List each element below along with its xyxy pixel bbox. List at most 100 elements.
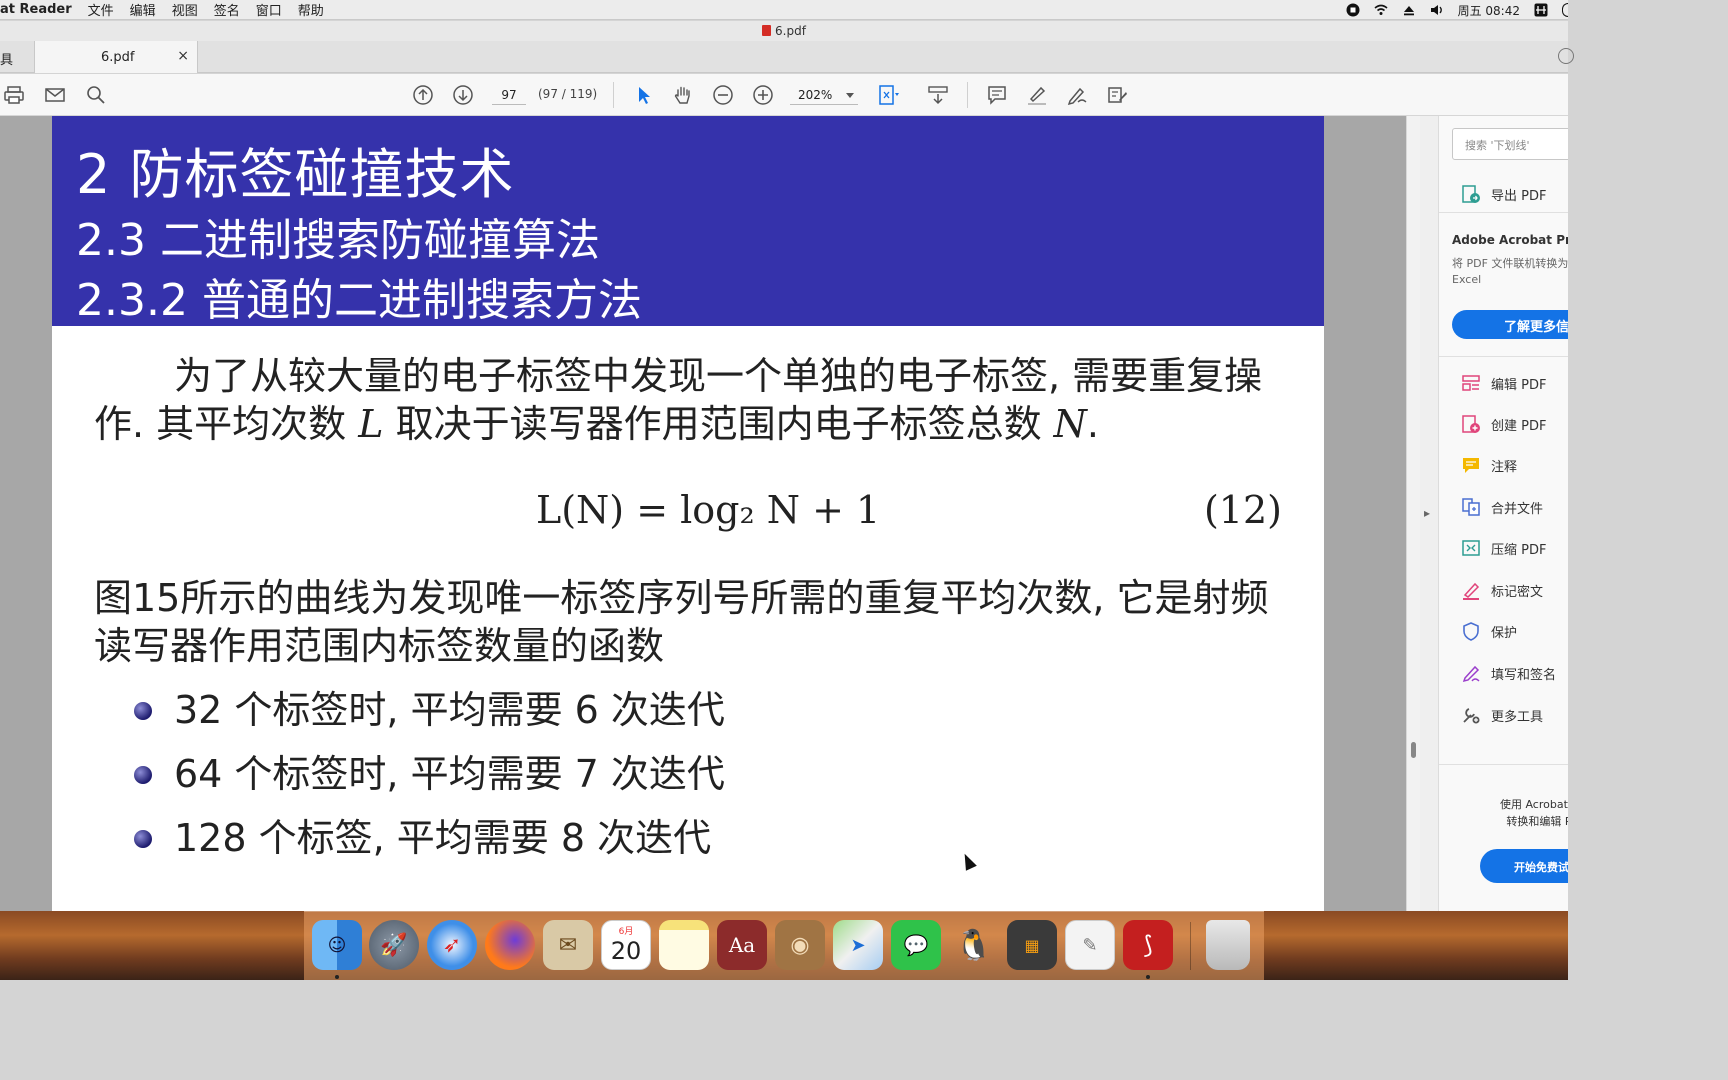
select-tool-icon[interactable] (632, 83, 656, 107)
menu-edit[interactable]: 编辑 (130, 0, 156, 19)
tab-close-icon[interactable]: × (177, 48, 189, 64)
previous-page-icon[interactable] (411, 83, 435, 107)
running-indicator (335, 975, 339, 979)
notes-icon[interactable] (659, 920, 709, 970)
acrobat-reader-icon[interactable]: ⟆ (1123, 920, 1173, 970)
divider (1439, 764, 1568, 765)
tool-protect[interactable]: 保护 (1461, 619, 1517, 643)
dock: ☺ 🚀 ➶ ✉ 6月 20 Aa ◉ ➤ 💬 🐧 ▦ ✎ ⟆ (304, 911, 1264, 980)
launchpad-icon[interactable]: 🚀 (369, 920, 419, 970)
input-method-icon[interactable] (1534, 3, 1548, 17)
list-item-text: 64 个标签时, 平均需要 7 次迭代 (174, 752, 725, 796)
chevron-right-icon[interactable]: ▸ (1424, 506, 1430, 520)
running-indicator (1146, 975, 1150, 979)
slide-paragraph: 图15所示的曲线为发现唯一标签序列号所需的重复平均次数, 它是射频读写器作用范围… (94, 576, 1269, 668)
menu-view[interactable]: 视图 (172, 0, 198, 19)
tab-document[interactable]: 6.pdf × (34, 41, 198, 73)
document-viewport[interactable]: 2 防标签碰撞技术 2.3 二进制搜索防碰撞算法 2.3.2 普通的二进制搜索方… (0, 116, 1406, 911)
tool-combine-files[interactable]: 合并文件 (1461, 495, 1543, 519)
menu-file[interactable]: 文件 (88, 0, 114, 19)
upgrade-text-line: 转换和编辑 P (1506, 815, 1568, 828)
menu-extra-icon[interactable] (1562, 3, 1568, 17)
clock[interactable]: 周五 08:42 (1458, 2, 1520, 19)
search-icon[interactable] (84, 83, 108, 107)
menu-help[interactable]: 帮助 (298, 0, 324, 19)
tool-comment[interactable]: 注释 (1461, 453, 1517, 477)
tab-document-label: 6.pdf (101, 50, 135, 65)
wifi-icon[interactable] (1374, 3, 1388, 17)
list-item: 128 个标签, 平均需要 8 次迭代 (134, 814, 725, 878)
bullet-icon (134, 830, 152, 848)
learn-more-button[interactable]: 了解更多信 (1452, 310, 1568, 339)
edit-text-icon[interactable] (1105, 83, 1129, 107)
highlight-icon[interactable] (1025, 83, 1049, 107)
textedit-icon[interactable]: ✎ (1065, 920, 1115, 970)
tab-tools[interactable]: 具 (0, 49, 13, 68)
finder-icon[interactable]: ☺ (312, 920, 362, 970)
edit-pdf-icon (1462, 375, 1480, 391)
draw-icon[interactable] (1065, 83, 1089, 107)
dictionary-icon[interactable]: Aa (717, 920, 767, 970)
slide-title-banner: 2 防标签碰撞技术 2.3 二进制搜索防碰撞算法 2.3.2 普通的二进制搜索方… (52, 116, 1324, 326)
vertical-scrollbar[interactable] (1406, 116, 1420, 911)
safari-icon[interactable]: ➶ (427, 920, 477, 970)
tool-label: 编辑 PDF (1491, 377, 1547, 393)
tool-export-pdf[interactable]: 导出 PDF (1461, 182, 1546, 206)
zoom-select[interactable]: 202% (790, 85, 858, 105)
upgrade-text: 使用 Acrobat P 转换和编辑 P (1479, 796, 1568, 830)
tool-compress-pdf[interactable]: 压缩 PDF (1461, 536, 1546, 560)
zoom-in-icon[interactable] (751, 83, 775, 107)
eject-icon[interactable] (1402, 3, 1416, 17)
email-icon[interactable] (43, 83, 67, 107)
toolbar-separator (967, 82, 968, 108)
scroll-mode-icon[interactable] (926, 83, 950, 107)
trash-icon[interactable] (1206, 920, 1250, 970)
tools-search-input[interactable]: 搜索 '下划线' (1452, 128, 1568, 160)
menu-sign[interactable]: 签名 (214, 0, 240, 19)
tool-edit-pdf[interactable]: 编辑 PDF (1461, 371, 1546, 395)
combine-files-icon (1462, 498, 1480, 516)
mail-icon[interactable]: ✉ (543, 920, 593, 970)
start-free-trial-button[interactable]: 开始免费试 (1480, 849, 1568, 883)
page-number-input[interactable]: 97 (492, 85, 526, 105)
promo-title: Adobe Acrobat Pro (1452, 233, 1568, 247)
list-item-text: 128 个标签, 平均需要 8 次迭代 (174, 816, 712, 860)
slide-section-heading: 2.3 二进制搜索防碰撞算法 (76, 215, 600, 266)
window-title: 6.pdf (775, 24, 806, 38)
tool-label: 创建 PDF (1491, 418, 1547, 434)
paragraph-text: . (1086, 402, 1099, 446)
firefox-icon[interactable] (485, 920, 535, 970)
right-panel-toggle[interactable]: ▸ (1420, 116, 1438, 911)
status-area: 周五 08:42 (1346, 0, 1568, 20)
app-menu[interactable]: at Reader (0, 2, 72, 17)
pdf-file-icon (762, 25, 772, 36)
zoom-out-icon[interactable] (711, 83, 735, 107)
calculator-icon[interactable]: ▦ (1007, 920, 1057, 970)
tool-create-pdf[interactable]: 创建 PDF (1461, 412, 1546, 436)
print-icon[interactable] (2, 83, 26, 107)
paragraph-text: 取决于读写器作用范围内电子标签总数 (383, 402, 1054, 446)
hand-tool-icon[interactable] (671, 83, 695, 107)
volume-icon[interactable] (1430, 3, 1444, 17)
next-page-icon[interactable] (451, 83, 475, 107)
export-pdf-icon (1462, 185, 1480, 203)
tool-more-tools[interactable]: 更多工具 (1461, 703, 1543, 727)
help-icon[interactable] (1558, 48, 1574, 64)
dock-separator (1190, 922, 1191, 970)
comment-icon[interactable] (985, 83, 1009, 107)
maps-icon[interactable]: ➤ (833, 920, 883, 970)
qq-icon[interactable]: 🐧 (949, 920, 999, 970)
toolbar-separator (613, 82, 614, 108)
fit-page-icon[interactable] (876, 83, 900, 107)
tool-fill-sign[interactable]: 填写和签名 (1461, 661, 1556, 685)
stop-recording-icon[interactable] (1346, 3, 1360, 17)
contacts-icon[interactable]: ◉ (775, 920, 825, 970)
wechat-icon[interactable]: 💬 (891, 920, 941, 970)
scrollbar-thumb[interactable] (1411, 742, 1416, 758)
tool-redact[interactable]: 标记密文 (1461, 578, 1543, 602)
menu-window[interactable]: 窗口 (256, 0, 282, 19)
tool-label: 更多工具 (1491, 709, 1544, 725)
tool-label: 压缩 PDF (1491, 542, 1547, 558)
calendar-icon[interactable]: 6月 20 (601, 920, 651, 970)
promo-text: 将 PDF 文件联机转换为 Excel (1452, 257, 1568, 286)
